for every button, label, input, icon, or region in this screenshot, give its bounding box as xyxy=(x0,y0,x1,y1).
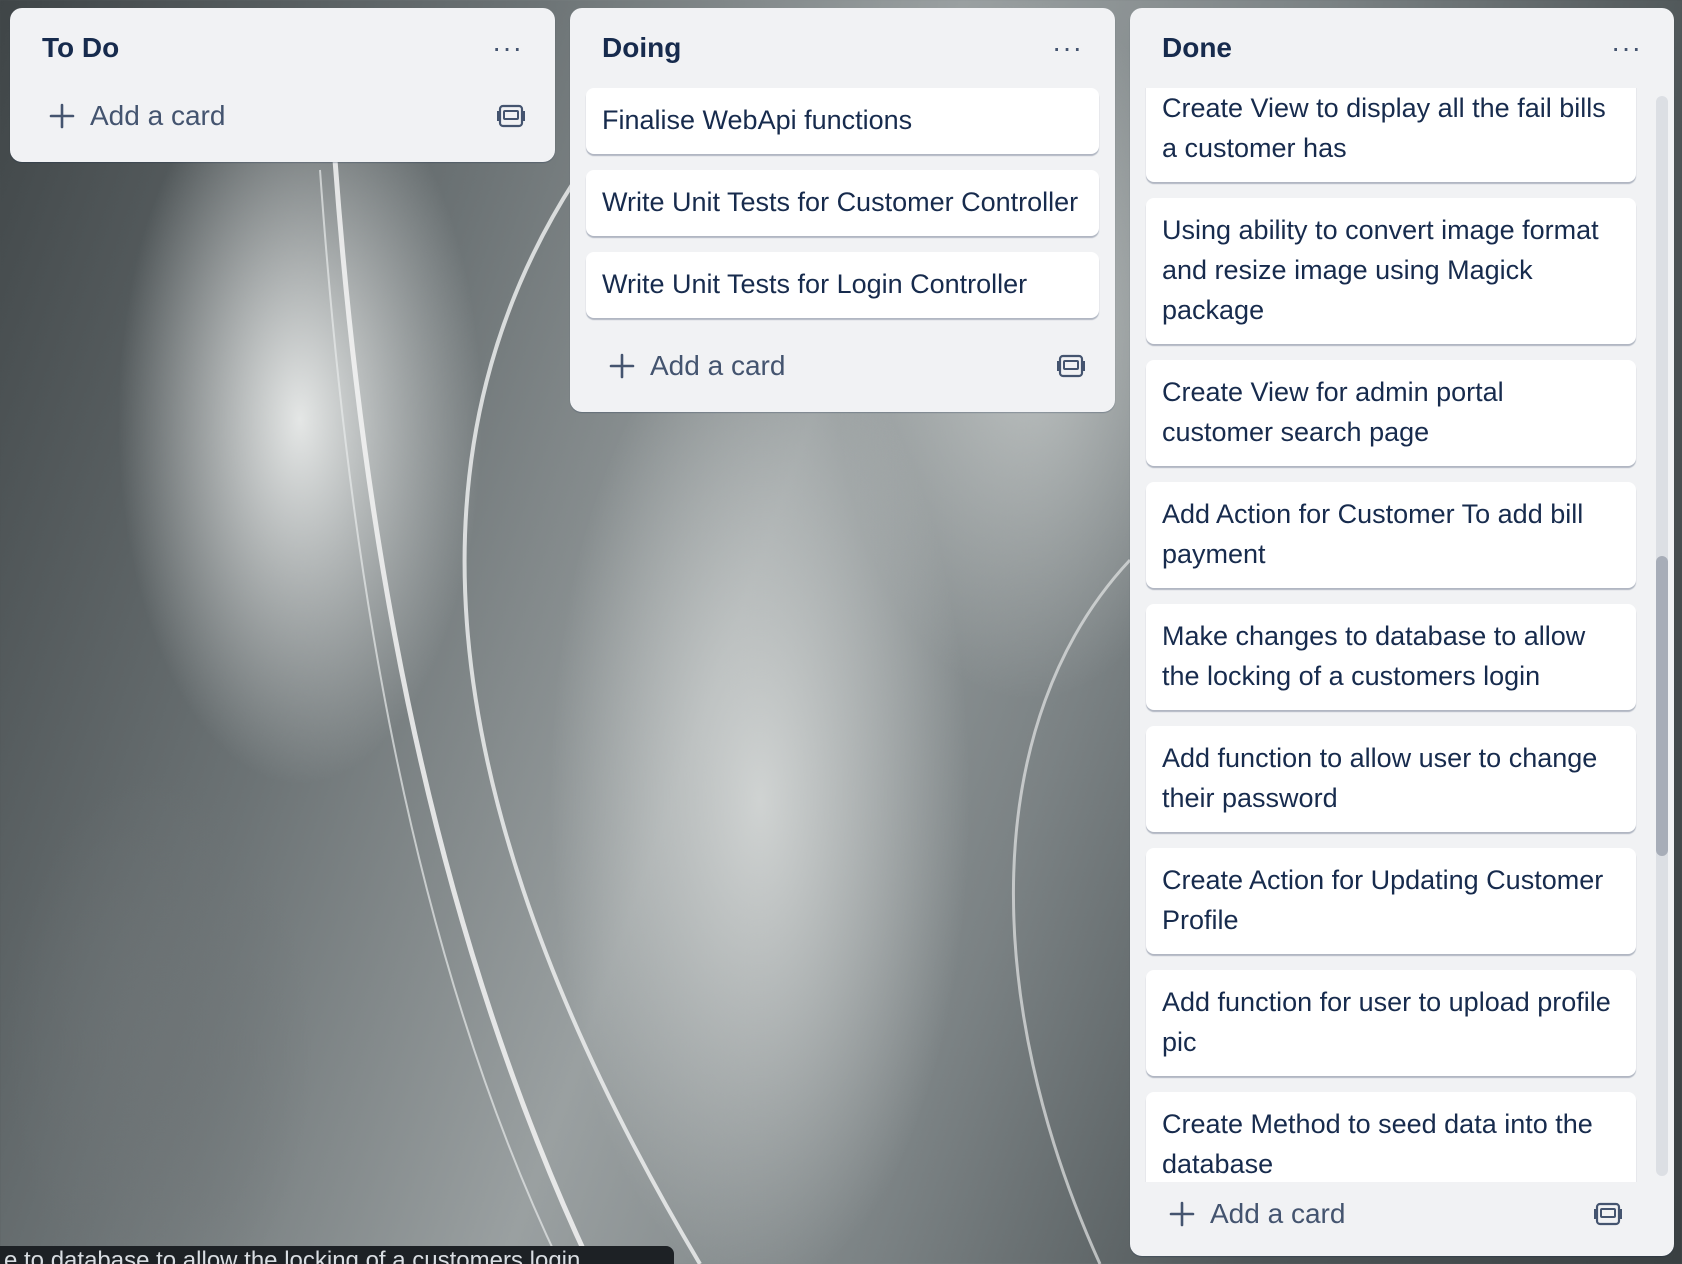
add-card-label-group: Add a card xyxy=(48,100,225,132)
more-horizontal-icon[interactable]: ··· xyxy=(1052,34,1083,62)
card[interactable]: Create Action for Updating Customer Prof… xyxy=(1146,848,1636,954)
card-list: Create View to display all the fail bill… xyxy=(1130,88,1674,1182)
list-title[interactable]: To Do xyxy=(42,32,119,64)
add-card-button[interactable]: Add a card xyxy=(1146,1182,1636,1246)
status-tooltip: e to database to allow the locking of a … xyxy=(0,1246,674,1264)
card-template-icon[interactable] xyxy=(1057,352,1085,380)
card[interactable]: Create View to display all the fail bill… xyxy=(1146,88,1636,182)
list-title[interactable]: Doing xyxy=(602,32,681,64)
list-scrollbar[interactable] xyxy=(1656,96,1668,1176)
add-card-label: Add a card xyxy=(650,350,786,381)
card-template-icon[interactable] xyxy=(497,102,525,130)
list-title[interactable]: Done xyxy=(1162,32,1232,64)
add-card-button[interactable]: Add a card xyxy=(586,334,1099,398)
plus-icon xyxy=(49,103,75,129)
plus-icon xyxy=(1169,1201,1195,1227)
card[interactable]: Create Method to seed data into the data… xyxy=(1146,1092,1636,1182)
add-card-label: Add a card xyxy=(90,100,226,131)
list-header: Doing ··· xyxy=(570,8,1115,88)
card[interactable]: Write Unit Tests for Customer Controller xyxy=(586,170,1099,236)
add-card-label-group: Add a card xyxy=(1168,1198,1345,1230)
more-horizontal-icon[interactable]: ··· xyxy=(492,34,523,62)
card-list: Finalise WebApi functions Write Unit Tes… xyxy=(570,88,1115,318)
card-template-icon[interactable] xyxy=(1594,1200,1622,1228)
add-card-label-group: Add a card xyxy=(608,350,785,382)
scrollbar-thumb[interactable] xyxy=(1656,556,1668,856)
card[interactable]: Add function to allow user to change the… xyxy=(1146,726,1636,832)
list-done: Done ··· Create View to display all the … xyxy=(1130,8,1674,1256)
list-header: To Do ··· xyxy=(10,8,555,88)
list-to-do: To Do ··· Add a card xyxy=(10,8,555,162)
card[interactable]: Write Unit Tests for Login Controller xyxy=(586,252,1099,318)
card-scroll-area[interactable]: Create View to display all the fail bill… xyxy=(1130,88,1674,1182)
list-header: Done ··· xyxy=(1130,8,1674,88)
card[interactable]: Add function for user to upload profile … xyxy=(1146,970,1636,1076)
list-doing: Doing ··· Finalise WebApi functions Writ… xyxy=(570,8,1115,412)
plus-icon xyxy=(609,353,635,379)
card[interactable]: Using ability to convert image format an… xyxy=(1146,198,1636,344)
more-horizontal-icon[interactable]: ··· xyxy=(1611,34,1642,62)
add-card-label: Add a card xyxy=(1210,1198,1346,1229)
card[interactable]: Create View for admin portal customer se… xyxy=(1146,360,1636,466)
card[interactable]: Finalise WebApi functions xyxy=(586,88,1099,154)
add-card-button[interactable]: Add a card xyxy=(26,84,539,148)
card[interactable]: Add Action for Customer To add bill paym… xyxy=(1146,482,1636,588)
card[interactable]: Make changes to database to allow the lo… xyxy=(1146,604,1636,710)
